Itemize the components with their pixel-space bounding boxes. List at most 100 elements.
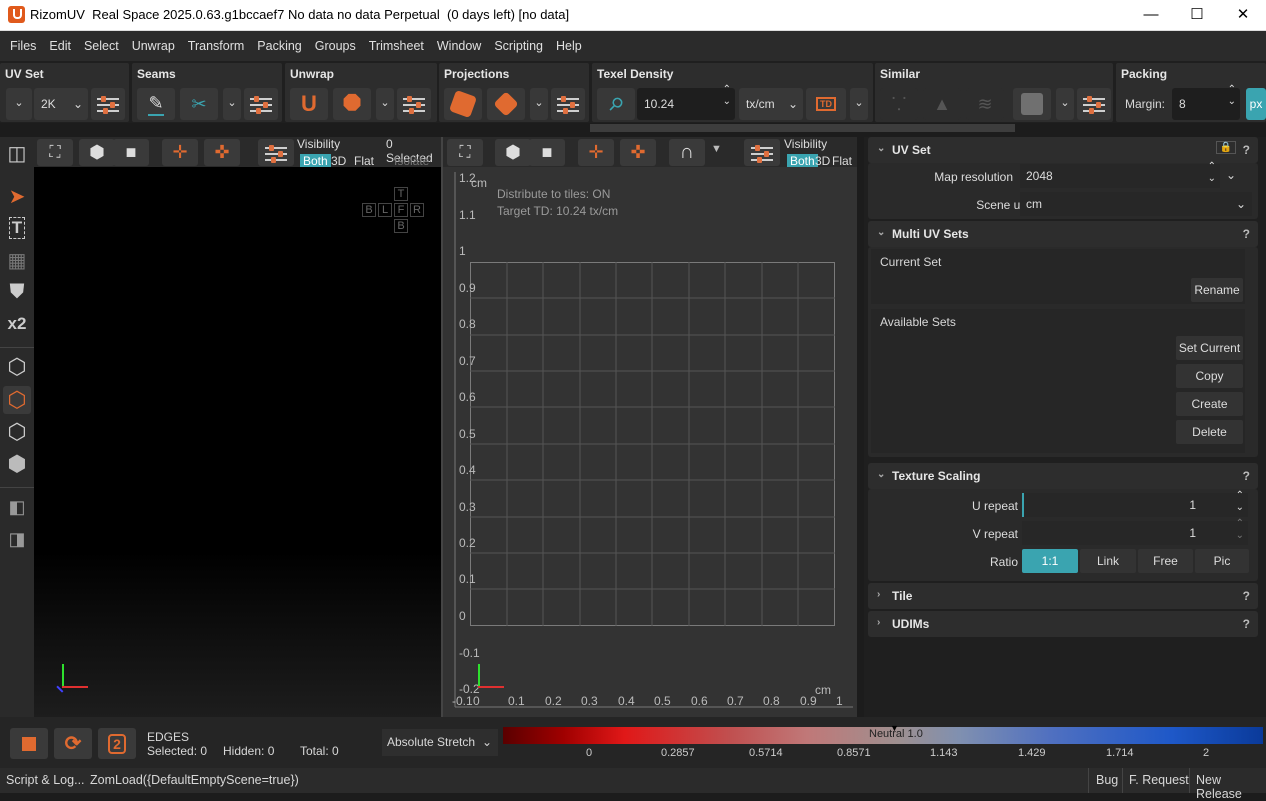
menu-transform[interactable]: Transform — [188, 39, 245, 53]
auto-seams-button[interactable] — [444, 88, 482, 120]
minimize-button[interactable]: — — [1128, 0, 1174, 31]
delete-button[interactable]: Delete — [1176, 420, 1243, 444]
view-cube-back[interactable]: B — [362, 203, 376, 217]
pin-tool-button[interactable]: ⛊ — [3, 278, 31, 306]
loop-twice-button[interactable]: 2 — [98, 728, 136, 759]
mode-flat[interactable]: Flat — [354, 154, 374, 168]
grid-tool-button[interactable]: ▦ — [3, 246, 31, 274]
seams-settings-button[interactable] — [244, 88, 278, 120]
ratio-link-button[interactable]: Link — [1080, 549, 1136, 573]
resolution-select[interactable]: 2K ⌄ — [34, 88, 88, 120]
ratio-1-1-button[interactable]: 1:1 — [1022, 549, 1078, 573]
viewport-uv[interactable]: Distribute to tiles: ON Target TD: 10.24… — [443, 167, 857, 717]
view-cube-right[interactable]: R — [410, 203, 424, 217]
vertex-mode-button[interactable]: ⬡ — [3, 353, 31, 381]
uv-center-button[interactable]: ✜ — [620, 139, 656, 166]
center-button[interactable]: ✜ — [204, 139, 240, 166]
u-repeat-input[interactable]: 1 ⌃ ⌄ — [1022, 490, 1248, 517]
menu-window[interactable]: Window — [437, 39, 481, 53]
weld-seam-button[interactable]: ✂ — [180, 88, 218, 120]
box-projection-button[interactable] — [487, 88, 525, 120]
menu-packing[interactable]: Packing — [257, 39, 301, 53]
lock-icon[interactable]: 🔒 — [1215, 141, 1236, 154]
snap-button[interactable]: ∩ — [669, 139, 705, 166]
seams-dropdown[interactable]: ⌄ — [223, 88, 241, 120]
isolate-toggle[interactable]: Isolate — [394, 154, 429, 168]
section-udims-header[interactable]: › UDIMs ? — [868, 611, 1258, 637]
double-tool-button[interactable]: x2 — [3, 310, 31, 338]
uv-frame-button[interactable]: ⛶ — [447, 139, 483, 166]
uv-shading-button[interactable]: ⬢ — [495, 139, 531, 166]
map-resolution-input[interactable]: 2048 ⌃ ⌄ — [1020, 161, 1220, 188]
uv-display-button[interactable]: ■ — [529, 139, 565, 166]
mirror-settings-button[interactable]: ◨ — [3, 525, 31, 553]
move-button[interactable]: ✛ — [162, 139, 198, 166]
scene-unit-select[interactable]: cm ⌄ — [1020, 192, 1252, 216]
texel-dropdown[interactable]: ⌄ — [850, 88, 868, 120]
mirror-button[interactable]: ◧ — [3, 493, 31, 521]
display-button[interactable]: ■ — [113, 139, 149, 166]
projections-settings-button[interactable] — [551, 88, 585, 120]
help-icon[interactable]: ? — [1243, 227, 1250, 241]
uv-mode-flat[interactable]: Flat — [832, 154, 852, 168]
menu-select[interactable]: Select — [84, 39, 119, 53]
help-icon[interactable]: ? — [1243, 589, 1250, 603]
set-texel-density-button[interactable]: TD — [806, 88, 846, 120]
feature-request-button[interactable]: F. Request — [1122, 768, 1189, 793]
viewport-3d[interactable]: T B L F R B — [34, 167, 441, 717]
menu-trimsheet[interactable]: Trimsheet — [369, 39, 424, 53]
v-repeat-input[interactable]: 1 ⌃ ⌄ — [1022, 518, 1248, 545]
unfold-button[interactable]: U — [290, 88, 328, 120]
texel-density-input[interactable]: 10.24 ⌃ ⌄ — [637, 84, 735, 120]
select-tool-button[interactable]: ➤ — [3, 182, 31, 210]
set-current-button[interactable]: Set Current — [1176, 336, 1243, 360]
island-mode-button[interactable]: ⬢ — [3, 450, 31, 478]
edge-mode-button[interactable]: ⬡ — [3, 386, 31, 414]
menu-help[interactable]: Help — [556, 39, 582, 53]
loop-button[interactable]: ⟳ — [54, 728, 92, 759]
similar-dropdown[interactable]: ⌄ — [1056, 88, 1074, 120]
view-cube-bottom[interactable]: B — [394, 219, 408, 233]
menu-unwrap[interactable]: Unwrap — [132, 39, 175, 53]
bug-report-button[interactable]: Bug — [1088, 768, 1118, 793]
script-log-button[interactable]: Script & Log... — [6, 773, 85, 787]
similar-tree-button[interactable]: ⸪ — [880, 88, 918, 120]
view-cube-left[interactable]: L — [378, 203, 392, 217]
help-icon[interactable]: ? — [1243, 469, 1250, 483]
optimize-button[interactable]: ⯃ — [333, 88, 371, 120]
rename-button[interactable]: Rename — [1191, 278, 1243, 302]
visibility-settings-button[interactable] — [258, 139, 294, 166]
margin-input[interactable]: 8 ⌃ ⌄ — [1172, 84, 1240, 120]
similar-stack2-button[interactable] — [1013, 88, 1051, 120]
unwrap-dropdown[interactable]: ⌄ — [376, 88, 394, 120]
snap-dropdown-chevron-icon[interactable]: ▼ — [711, 143, 722, 155]
toolbar-scrollbar[interactable] — [590, 124, 1015, 132]
menu-groups[interactable]: Groups — [315, 39, 356, 53]
mode-3d[interactable]: 3D — [331, 154, 346, 168]
layout-toggle-button[interactable]: ◫ — [3, 139, 31, 167]
create-button[interactable]: Create — [1176, 392, 1243, 416]
frame-button[interactable]: ⛶ — [37, 139, 73, 166]
unwrap-settings-button[interactable] — [397, 88, 431, 120]
new-release-button[interactable]: New Release — [1189, 768, 1266, 801]
uv-move-button[interactable]: ✛ — [578, 139, 614, 166]
similar-stack-button[interactable]: ≋ — [966, 88, 1004, 120]
section-tile-header[interactable]: › Tile ? — [868, 583, 1258, 609]
uvset-dropdown[interactable]: ⌄ — [6, 88, 32, 120]
maximize-button[interactable]: ☐ — [1174, 0, 1220, 31]
view-cube[interactable]: T B L F R B — [360, 187, 430, 235]
uv-mode-3d[interactable]: 3D — [815, 154, 830, 168]
stop-button[interactable] — [10, 728, 48, 759]
mode-both[interactable]: Both — [300, 154, 331, 168]
view-cube-top[interactable]: T — [394, 187, 408, 201]
shading-button[interactable]: ⬢ — [79, 139, 115, 166]
section-uvset-header[interactable]: ⌄ UV Set 🔒 ? — [868, 137, 1258, 163]
help-icon[interactable]: ? — [1243, 617, 1250, 631]
transform-tool-button[interactable]: T — [3, 214, 31, 242]
menu-scripting[interactable]: Scripting — [494, 39, 543, 53]
ratio-pic-button[interactable]: Pic — [1195, 549, 1249, 573]
similar-tree2-button[interactable]: ▲ — [923, 88, 961, 120]
uv-mode-both[interactable]: Both — [787, 154, 818, 168]
menu-files[interactable]: Files — [10, 39, 36, 53]
section-texture-scaling-header[interactable]: ⌄ Texture Scaling ? — [868, 463, 1258, 489]
